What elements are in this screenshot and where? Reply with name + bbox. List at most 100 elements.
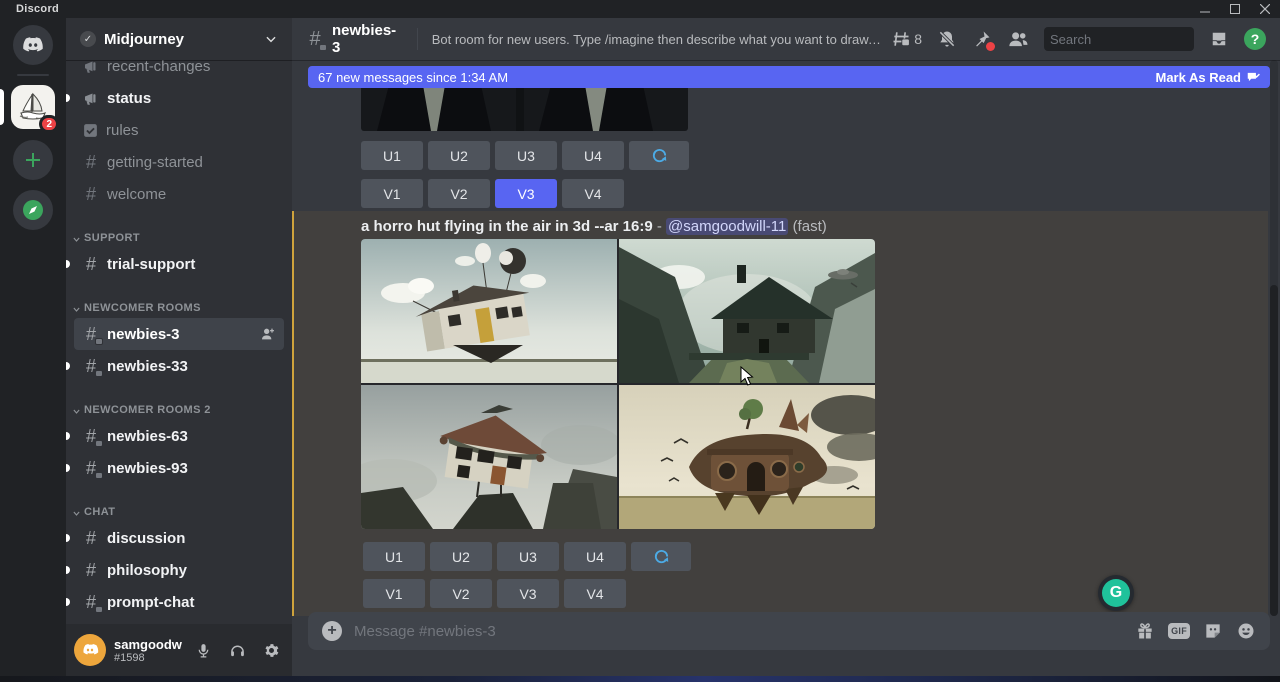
reroll-button[interactable] [629, 141, 689, 170]
gear-icon [263, 642, 280, 659]
u2-button[interactable]: U2 [428, 141, 490, 170]
chevron-down-icon [72, 509, 81, 518]
generated-image-2[interactable] [619, 239, 875, 383]
header-divider [417, 28, 418, 50]
upscale-button-row: U1 U2 U3 U4 [363, 542, 691, 571]
channel-hash-icon: # [306, 29, 324, 49]
generated-image-grid [361, 239, 875, 529]
v2-button[interactable]: V2 [428, 179, 490, 208]
message-header: a horro hut flying in the air in 3d --ar… [361, 218, 827, 235]
member-list-button[interactable] [1007, 29, 1029, 49]
hash-icon: # [82, 529, 100, 547]
pinned-messages-button[interactable] [972, 29, 992, 49]
v4-button[interactable]: V4 [562, 179, 624, 208]
add-server-button[interactable] [13, 140, 53, 180]
u1-button[interactable]: U1 [363, 542, 425, 571]
category-support[interactable]: SUPPORT [66, 222, 292, 248]
explore-servers-button[interactable] [13, 190, 53, 230]
unread-indicator [66, 464, 70, 472]
close-button[interactable] [1250, 0, 1280, 18]
user-info[interactable]: samgoodw... #1598 [114, 637, 182, 664]
gif-picker-button[interactable]: GIF [1168, 623, 1190, 639]
threads-count: 8 [914, 31, 922, 47]
message-list: U1 U2 U3 U4 V1 V2 V3 V4 67 new messages [292, 60, 1280, 676]
mark-as-read-button[interactable]: Mark As Read [1156, 70, 1261, 85]
sidebar-item-newbies-33[interactable]: # newbies-33 [74, 350, 284, 382]
u3-button[interactable]: U3 [495, 141, 557, 170]
v4-button[interactable]: V4 [564, 579, 626, 608]
server-header[interactable]: ✓ Midjourney [66, 18, 292, 60]
new-messages-bar[interactable]: 67 new messages since 1:34 AM Mark As Re… [308, 66, 1270, 88]
sidebar-item-prompt-chat[interactable]: # prompt-chat [74, 586, 284, 618]
sidebar-item-getting-started[interactable]: # getting-started [74, 146, 284, 178]
v1-button[interactable]: V1 [363, 579, 425, 608]
sidebar-item-discussion[interactable]: # discussion [74, 522, 284, 554]
chat-scrollbar [1270, 60, 1278, 616]
unread-indicator [66, 534, 70, 542]
members-icon [1007, 29, 1029, 49]
attach-file-button[interactable]: + [322, 621, 342, 641]
sticker-picker-button[interactable] [1203, 621, 1223, 641]
discord-face-icon [80, 640, 100, 660]
invite-people-icon[interactable] [260, 326, 276, 342]
chevron-down-icon [72, 305, 81, 314]
u4-button[interactable]: U4 [562, 141, 624, 170]
hash-thread-icon: # [82, 459, 100, 477]
category-newcomer-rooms-2[interactable]: NEWCOMER ROOMS 2 [66, 394, 292, 420]
hash-thread-icon: # [82, 593, 100, 611]
variation-button-row: V1 V2 V3 V4 [363, 579, 626, 608]
emoji-picker-button[interactable] [1236, 621, 1256, 641]
u1-button[interactable]: U1 [361, 141, 423, 170]
v1-button[interactable]: V1 [361, 179, 423, 208]
category-newcomer-rooms[interactable]: NEWCOMER ROOMS [66, 292, 292, 318]
megaphone-icon [82, 89, 100, 107]
deafen-button[interactable] [224, 637, 250, 663]
u3-button[interactable]: U3 [497, 542, 559, 571]
sidebar-item-rules[interactable]: rules [74, 114, 284, 146]
scrollbar-thumb[interactable] [1270, 285, 1278, 616]
sidebar-item-welcome[interactable]: # welcome [74, 178, 284, 210]
discord-home-button[interactable] [13, 25, 53, 65]
generated-image-4[interactable] [619, 385, 875, 529]
u4-button[interactable]: U4 [564, 542, 626, 571]
sidebar-item-newbies-3[interactable]: # newbies-3 [74, 318, 284, 350]
help-button[interactable]: ? [1244, 28, 1266, 50]
channel-topic[interactable]: Bot room for new users. Type /imagine th… [432, 32, 884, 47]
gift-button[interactable] [1135, 621, 1155, 641]
reroll-button[interactable] [631, 542, 691, 571]
rail-divider [17, 74, 49, 76]
message-input[interactable] [354, 623, 1123, 640]
v3-button[interactable]: V3 [497, 579, 559, 608]
user-settings-button[interactable] [258, 637, 284, 663]
microphone-icon [195, 642, 212, 659]
minimize-button[interactable] [1190, 0, 1220, 18]
sidebar-item-philosophy[interactable]: # philosophy [74, 554, 284, 586]
hash-icon: # [82, 561, 100, 579]
u2-button[interactable]: U2 [430, 542, 492, 571]
inbox-button[interactable] [1209, 29, 1229, 49]
notification-settings-button[interactable] [937, 29, 957, 49]
threads-button[interactable]: 8 [891, 29, 922, 49]
category-chat[interactable]: CHAT [66, 496, 292, 522]
v3-button-active[interactable]: V3 [495, 179, 557, 208]
chat-header: # newbies-3 Bot room for new users. Type… [292, 18, 1280, 60]
previous-message-image[interactable] [361, 85, 688, 131]
variation-button-row-prev: V1 V2 V3 V4 [361, 179, 624, 208]
maximize-button[interactable] [1220, 0, 1250, 18]
generated-image-1[interactable] [361, 239, 617, 383]
v2-button[interactable]: V2 [430, 579, 492, 608]
search-input[interactable] [1050, 32, 1226, 47]
grammarly-widget[interactable]: G [1098, 575, 1134, 611]
generated-image-3[interactable] [361, 385, 617, 529]
sidebar-item-status[interactable]: status [74, 82, 284, 114]
sidebar-item-newbies-63[interactable]: # newbies-63 [74, 420, 284, 452]
sidebar-item-trial-support[interactable]: # trial-support [74, 248, 284, 280]
gift-icon [1135, 621, 1155, 641]
mute-mic-button[interactable] [190, 637, 216, 663]
midjourney-server-button[interactable]: 2 [11, 85, 55, 129]
sidebar-item-recent-changes[interactable]: recent-changes [74, 60, 284, 82]
sidebar-item-newbies-93[interactable]: # newbies-93 [74, 452, 284, 484]
user-avatar[interactable] [74, 634, 106, 666]
sticker-icon [1203, 621, 1223, 641]
user-mention[interactable]: @samgoodwill-11 [666, 218, 788, 235]
